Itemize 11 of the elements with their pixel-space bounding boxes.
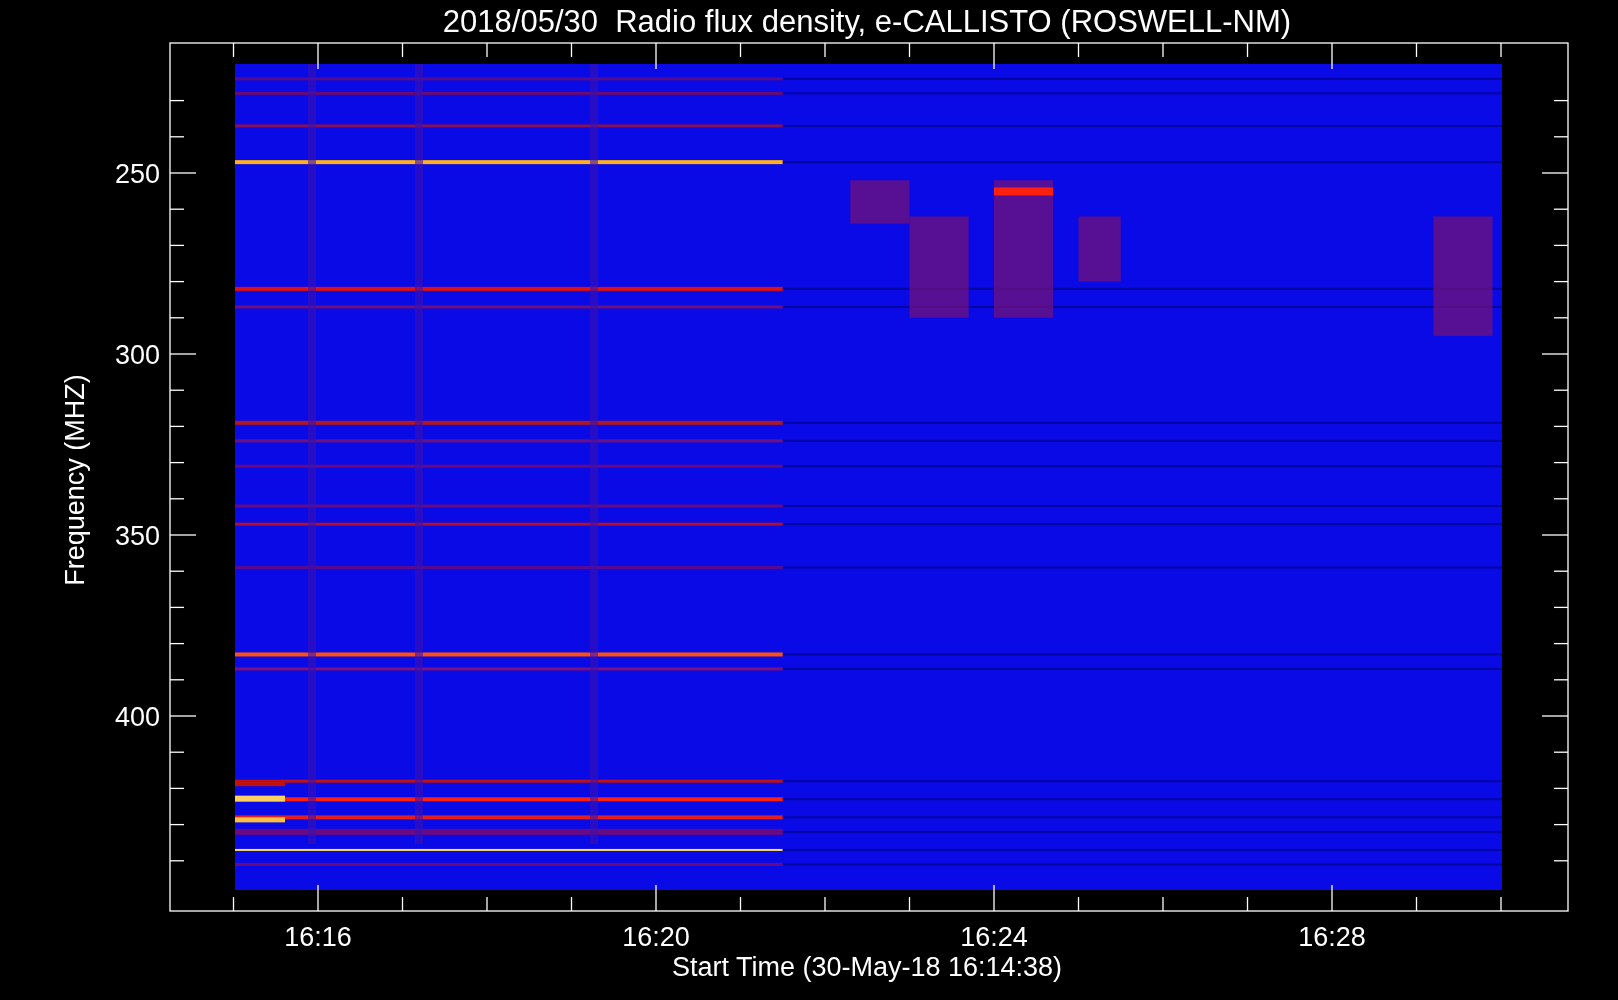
y-tick-label: 400: [114, 702, 160, 732]
x-tick-label: 16:24: [960, 922, 1028, 952]
x-tick-label: 16:16: [284, 922, 352, 952]
chart-title: 2018/05/30 Radio flux density, e-CALLISTO (ROSWELL-NM): [442, 4, 1292, 39]
x-axis-label: Start Time (30-May-18 16:14:38): [671, 952, 1063, 982]
y-tick-label: 300: [114, 340, 160, 370]
y-tick-label: 250: [114, 159, 160, 189]
x-tick-label: 16:28: [1298, 922, 1366, 952]
x-tick-label: 16:20: [622, 922, 690, 952]
y-tick-label: 350: [114, 521, 160, 551]
y-axis-label: Frequency (MHZ): [60, 374, 90, 586]
